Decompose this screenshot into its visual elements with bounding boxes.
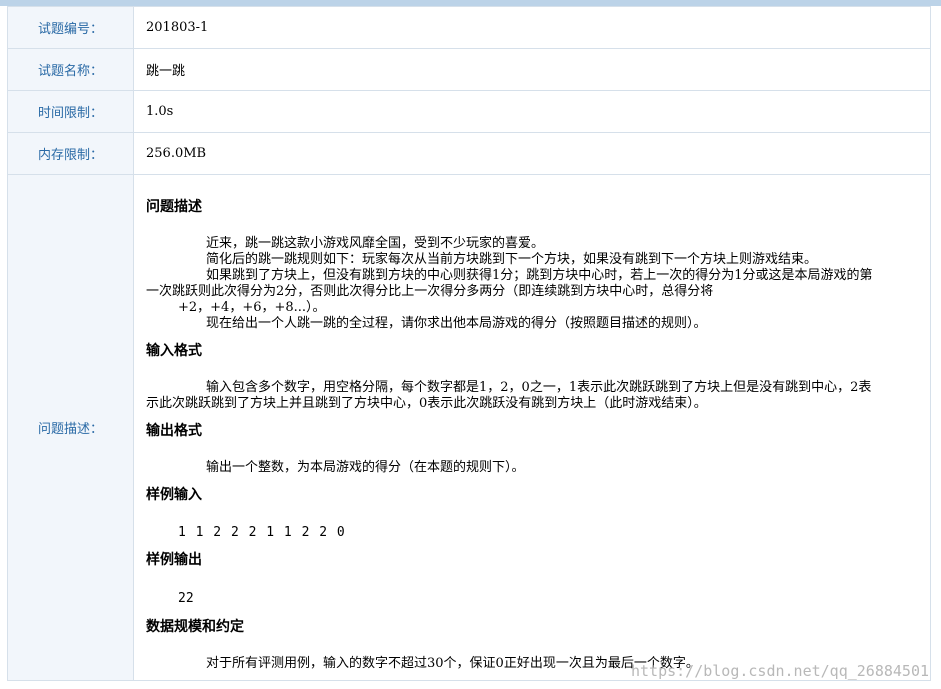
sample-input-block: 1 1 2 2 2 1 1 2 2 0: [178, 525, 346, 540]
problem-line: +2，+4，+6，+8...）。: [178, 300, 326, 315]
input-line: 示此次跳跃跳到了方块上并且跳到了方块中心，0表示此次跳跃没有跳到方块上（此时游戏…: [146, 396, 707, 411]
input-format-heading: 输入格式: [146, 343, 202, 359]
time-limit-value: 1.0s: [133, 90, 931, 133]
sample-output-block: 22: [178, 591, 194, 606]
problem-line: 一次跳跃则此次得分为2分，否则此次得分比上一次得分多两分（即连续跳到方块中心时，…: [146, 284, 714, 299]
description-content: 问题描述 近来，跳一跳这款小游戏风靡全国，受到不少玩家的喜爱。 简化后的跳一跳规…: [133, 174, 931, 681]
sample-output-heading: 样例输出: [146, 552, 202, 568]
problem-name-row: 试题名称： 跳一跳: [7, 48, 931, 91]
input-line: 输入包含多个数字，用空格分隔，每个数字都是1，2，0之一，1表示此次跳跃跳到了方…: [206, 380, 872, 395]
problem-name-label: 试题名称：: [7, 48, 134, 91]
problem-info-table: 试题编号： 201803-1 试题名称： 跳一跳 时间限制： 1.0s 内存限制…: [7, 6, 931, 681]
problem-line: 如果跳到了方块上，但没有跳到方块的中心则获得1分；跳到方块中心时，若上一次的得分…: [206, 268, 873, 283]
description-label: 问题描述：: [7, 174, 134, 681]
problem-line: 简化后的跳一跳规则如下：玩家每次从当前方块跳到下一个方块，如果没有跳到下一个方块…: [206, 252, 818, 267]
memory-limit-row: 内存限制： 256.0MB: [7, 132, 931, 175]
problem-heading: 问题描述: [146, 199, 202, 215]
memory-limit-label: 内存限制：: [7, 132, 134, 175]
problem-line: 现在给出一个人跳一跳的全过程，请你求出他本局游戏的得分（按照题目描述的规则）。: [206, 316, 707, 331]
data-scale-heading: 数据规模和约定: [146, 619, 244, 635]
time-limit-row: 时间限制： 1.0s: [7, 90, 931, 133]
memory-limit-value: 256.0MB: [133, 132, 931, 175]
problem-id-row: 试题编号： 201803-1: [7, 6, 931, 49]
sample-input-heading: 样例输入: [146, 487, 202, 503]
time-limit-label: 时间限制：: [7, 90, 134, 133]
problem-line: 近来，跳一跳这款小游戏风靡全国，受到不少玩家的喜爱。: [206, 236, 545, 251]
problem-id-value: 201803-1: [133, 6, 931, 49]
description-row: 问题描述： 问题描述 近来，跳一跳这款小游戏风靡全国，受到不少玩家的喜爱。 简化…: [7, 174, 931, 681]
output-format-heading: 输出格式: [146, 423, 202, 439]
problem-id-label: 试题编号：: [7, 6, 134, 49]
watermark-text: https://blog.csdn.net/qq_26884501: [630, 662, 929, 680]
problem-name-value: 跳一跳: [133, 48, 931, 91]
output-line: 输出一个整数，为本局游戏的得分（在本题的规则下）。: [206, 460, 525, 475]
